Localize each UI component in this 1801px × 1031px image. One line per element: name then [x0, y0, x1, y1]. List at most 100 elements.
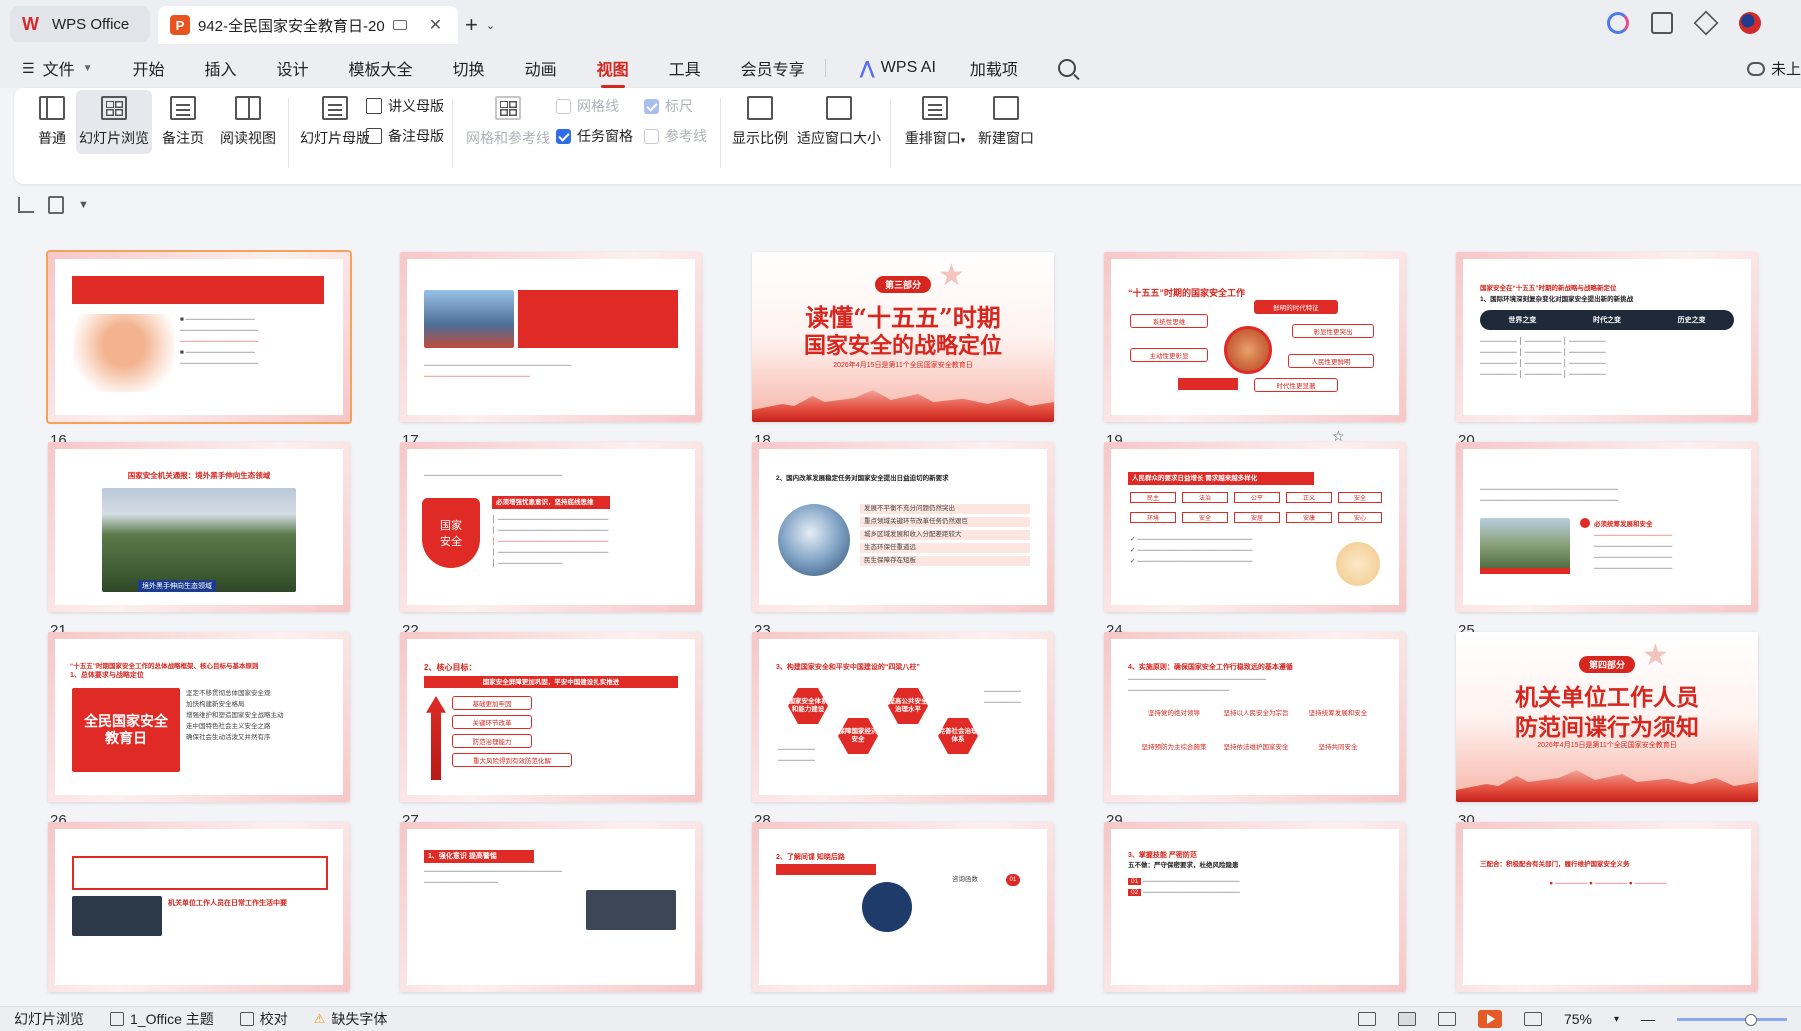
- ai-assistant-icon[interactable]: [1607, 12, 1629, 34]
- fit-window-button[interactable]: 适应窗口大小: [796, 96, 882, 148]
- notes-page-button[interactable]: 备注页: [156, 96, 210, 148]
- menu-view[interactable]: 视图: [597, 56, 629, 88]
- normal-view-icon[interactable]: [1357, 1012, 1376, 1026]
- guides-checkbox[interactable]: 参考线: [644, 126, 707, 146]
- slide-thumbnail[interactable]: 2、核心目标： 国家安全屏障更加巩固，平安中国建设扎实推进 基础更加牢固 关键环…: [400, 632, 702, 829]
- slide-preview[interactable]: 国家安全在“十五五”时期的新战略与战略新定位 1、国际环境深刻复杂变化对国家安全…: [1456, 252, 1758, 422]
- tab-document[interactable]: P 942-全民国家安全教育日-20 ✕: [158, 6, 458, 44]
- chevron-down-icon[interactable]: ▼: [78, 199, 89, 211]
- slide-thumbnail[interactable]: “十五五”时期的国家安全工作 系统性思维 鲜明的时代特征 彰显性更突出 主动性更…: [1104, 252, 1406, 449]
- task-pane-check[interactable]: [556, 128, 571, 144]
- menu-templates[interactable]: 模板大全: [349, 56, 413, 80]
- normal-view-button[interactable]: 普通: [30, 96, 74, 148]
- slide-sorter-button[interactable]: 幻灯片浏览: [76, 90, 152, 154]
- slide-preview[interactable]: 人民群众的要求日益增长 需求越来越多样化 民主 法治 公平 正义 安全 环境 安…: [1104, 442, 1406, 612]
- slide-thumbnail[interactable]: ────────────────────────────────────────…: [1456, 442, 1758, 639]
- slide-thumbnail[interactable]: 4、实施原则：确保国家安全工作行稳致远的基本遵循 ───────────────…: [1104, 632, 1406, 829]
- status-missing-font[interactable]: ⚠ 缺失字体: [314, 1009, 388, 1029]
- slide-preview[interactable]: ────────────────────────────────────────…: [1456, 442, 1758, 612]
- grid-guides-button[interactable]: 网格和参考线: [466, 96, 550, 148]
- reading-view-icon[interactable]: [1437, 1012, 1456, 1026]
- menu-wps-ai[interactable]: ⋀ WPS AI: [860, 58, 936, 79]
- slide-preview[interactable]: 机关单位工作人员在日常工作生活中要: [48, 822, 350, 992]
- guides-check[interactable]: [644, 128, 659, 144]
- search-icon[interactable]: [1057, 59, 1076, 77]
- slide-thumbnail[interactable]: 国家安全机关通报：境外黑手伸向生态领域 境外黑手伸向生态领域 21: [48, 442, 350, 639]
- ruler-checkbox[interactable]: 标尺: [644, 96, 693, 116]
- slide-preview[interactable]: ────────────────────────────── 国家 安全 必须增…: [400, 442, 702, 612]
- menu-tools[interactable]: 工具: [669, 56, 701, 80]
- avatar[interactable]: [1739, 12, 1761, 34]
- tab-wps-home[interactable]: W WPS Office: [10, 6, 150, 42]
- arrange-windows-button[interactable]: 重排窗口▾: [900, 96, 970, 148]
- slide-thumbnail[interactable]: 2、了解间谍 知晓后路 咨询函数 01: [752, 822, 1054, 992]
- slide-thumbnail[interactable]: 三配合：积极配合有关部门，履行维护国家安全义务 ● ─────── ● ────…: [1456, 822, 1758, 992]
- window-icon[interactable]: [1651, 12, 1673, 34]
- slide-sorter-icon[interactable]: [1397, 1012, 1416, 1026]
- chevron-down-icon[interactable]: ▾: [1614, 1014, 1619, 1025]
- menu-design[interactable]: 设计: [277, 56, 309, 80]
- slide-preview[interactable]: “十五五”时期的国家安全工作 系统性思维 鲜明的时代特征 彰显性更突出 主动性更…: [1104, 252, 1406, 422]
- ruler-check[interactable]: [644, 98, 659, 114]
- zoom-level[interactable]: 75%: [1564, 1011, 1592, 1027]
- menu-addins[interactable]: 加载项: [970, 56, 1018, 80]
- slide-preview[interactable]: 国家安全机关通报：境外黑手伸向生态领域 境外黑手伸向生态领域: [48, 442, 350, 612]
- slide-thumbnail[interactable]: ■ ─────────────── ───────────────── ──────…: [46, 250, 352, 449]
- zoom-out-icon[interactable]: —: [1641, 1011, 1655, 1027]
- slide-thumbnail[interactable]: 3、构建国家安全和平安中国建设的“四梁八柱” 国家安全体系和能力建设 保障国家经…: [752, 632, 1054, 829]
- crop-icon[interactable]: [18, 197, 34, 213]
- new-tab-button[interactable]: + ⌄: [465, 12, 495, 38]
- slide-thumbnail[interactable]: ★ 第四部分 机关单位工作人员 防范间谍行为须知 2026年4月15日是第11个…: [1456, 632, 1758, 829]
- close-tab-icon[interactable]: ✕: [429, 15, 442, 35]
- slide-thumbnail[interactable]: 3、掌握技能 严密防范 五不做：严守保密要求，杜绝风险隐患 01 ───────…: [1104, 822, 1406, 992]
- slide-preview[interactable]: 1、强化意识 提高警惕 ────────────────────────────…: [400, 822, 702, 992]
- zoom-slider[interactable]: [1677, 1013, 1787, 1026]
- menu-animation[interactable]: 动画: [525, 56, 557, 80]
- handout-master-button[interactable]: 讲义母版: [366, 96, 444, 116]
- slide-preview[interactable]: 2、国内改革发展稳定任务对国家安全提出日益迫切的新要求 发展不平衡不充分问题仍然…: [752, 442, 1054, 612]
- slide-preview[interactable]: ★ 第四部分 机关单位工作人员 防范间谍行为须知 2026年4月15日是第11个…: [1456, 632, 1758, 802]
- chevron-down-icon[interactable]: ▾: [961, 135, 966, 145]
- file-menu[interactable]: ☰ 文件 ▼: [22, 56, 92, 80]
- slide-preview[interactable]: 三配合：积极配合有关部门，履行维护国家安全义务 ● ─────── ● ────…: [1456, 822, 1758, 992]
- play-slideshow-button[interactable]: [1477, 1010, 1502, 1028]
- fit-window-icon[interactable]: [1523, 1012, 1542, 1026]
- menu-transitions[interactable]: 切换: [453, 56, 485, 80]
- slide-preview[interactable]: 2、核心目标： 国家安全屏障更加巩固，平安中国建设扎实推进 基础更加牢固 关键环…: [400, 632, 702, 802]
- status-proof[interactable]: 校对: [239, 1009, 288, 1029]
- slide-master-button[interactable]: 幻灯片母版: [300, 96, 370, 148]
- slide-preview[interactable]: 3、掌握技能 严密防范 五不做：严守保密要求，杜绝风险隐患 01 ───────…: [1104, 822, 1406, 992]
- slide-thumbnail[interactable]: “十五五”时期国家安全工作的总体战略框架、核心目标与基本原则 1、总体要求与战略…: [48, 632, 350, 829]
- slide-preview[interactable]: “十五五”时期国家安全工作的总体战略框架、核心目标与基本原则 1、总体要求与战略…: [48, 632, 350, 802]
- monitor-icon[interactable]: [392, 20, 407, 30]
- reading-view-button[interactable]: 阅读视图: [216, 96, 280, 148]
- task-pane-checkbox[interactable]: 任务窗格: [556, 126, 633, 146]
- chevron-down-icon[interactable]: ⌄: [486, 19, 495, 32]
- menu-start[interactable]: 开始: [132, 56, 164, 80]
- slide-thumbnail[interactable]: ────────────────────────────── 国家 安全 必须增…: [400, 442, 702, 639]
- cube-icon[interactable]: [1693, 10, 1719, 36]
- menu-insert[interactable]: 插入: [205, 56, 237, 80]
- save-icon[interactable]: [48, 196, 64, 214]
- notes-master-button[interactable]: 备注母版: [366, 126, 444, 146]
- slide-thumbnail[interactable]: 国家安全在“十五五”时期的新战略与战略新定位 1、国际环境深刻复杂变化对国家安全…: [1456, 252, 1758, 449]
- cloud-status[interactable]: 未上: [1746, 58, 1801, 79]
- slide-thumbnail[interactable]: ────────────────────────────────────────…: [400, 252, 702, 449]
- slide-thumbnail[interactable]: 2、国内改革发展稳定任务对国家安全提出日益迫切的新要求 发展不平衡不充分问题仍然…: [752, 442, 1054, 639]
- status-theme[interactable]: 1_Office 主题: [110, 1009, 214, 1029]
- slide-preview[interactable]: 3、构建国家安全和平安中国建设的“四梁八柱” 国家安全体系和能力建设 保障国家经…: [752, 632, 1054, 802]
- gridlines-checkbox[interactable]: 网格线: [556, 96, 619, 116]
- slide-thumbnail[interactable]: 1、强化意识 提高警惕 ────────────────────────────…: [400, 822, 702, 992]
- slide-preview[interactable]: ────────────────────────────────────────…: [400, 252, 702, 422]
- new-window-button[interactable]: 新建窗口: [976, 96, 1036, 148]
- slide-preview[interactable]: 4、实施原则：确保国家安全工作行稳致远的基本遵循 ───────────────…: [1104, 632, 1406, 802]
- slide-thumbnail[interactable]: 机关单位工作人员在日常工作生活中要: [48, 822, 350, 992]
- slide-preview[interactable]: ★ 第三部分 读懂“十五五”时期 国家安全的战略定位 2026年4月15日是第1…: [752, 252, 1054, 422]
- slide-preview[interactable]: ■ ─────────────── ───────────────── ──────…: [46, 250, 352, 424]
- gridlines-check[interactable]: [556, 98, 571, 114]
- slide-preview[interactable]: 2、了解间谍 知晓后路 咨询函数 01: [752, 822, 1054, 992]
- slide-thumbnail[interactable]: 人民群众的要求日益增长 需求越来越多样化 民主 法治 公平 正义 安全 环境 安…: [1104, 442, 1406, 639]
- zoom-button[interactable]: 显示比例: [730, 96, 790, 148]
- menu-member[interactable]: 会员专享: [741, 56, 805, 80]
- slide-thumbnail[interactable]: ★ 第三部分 读懂“十五五”时期 国家安全的战略定位 2026年4月15日是第1…: [752, 252, 1054, 449]
